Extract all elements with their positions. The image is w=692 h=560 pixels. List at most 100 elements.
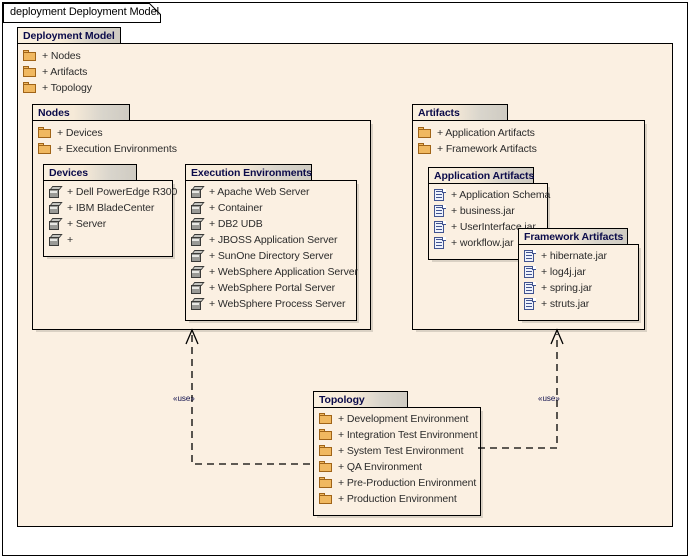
artifact-icon xyxy=(434,221,446,234)
package-framework-artifacts-tab[interactable]: Framework Artifacts xyxy=(518,228,628,245)
package-artifacts-tab[interactable]: Artifacts xyxy=(412,104,508,121)
member-row[interactable]: + log4j.jar xyxy=(519,264,638,280)
node-icon xyxy=(191,266,204,279)
folder-icon xyxy=(23,66,37,78)
member-row[interactable]: + Production Environment xyxy=(314,491,480,507)
member-label: + WebSphere Process Server xyxy=(209,298,345,310)
member-label: + Application Schema xyxy=(451,189,550,201)
member-row[interactable]: + Development Environment xyxy=(314,411,480,427)
member-row[interactable]: + QA Environment xyxy=(314,459,480,475)
connector-label-use-nodes: «use» xyxy=(173,394,195,403)
member-label: + Execution Environments xyxy=(57,143,177,155)
member-row[interactable]: + WebSphere Portal Server xyxy=(186,280,356,296)
member-row[interactable]: + DB2 UDB xyxy=(186,216,356,232)
package-deployment-model-title: Deployment Model xyxy=(18,30,115,42)
member-row[interactable]: + Pre-Production Environment xyxy=(314,475,480,491)
package-application-artifacts-tab[interactable]: Application Artifacts xyxy=(428,167,534,184)
member-row[interactable]: + Application Schema xyxy=(429,187,547,203)
artifact-icon xyxy=(434,237,446,250)
uml-diagram-frame: deployment Deployment Model Deployment M… xyxy=(2,2,688,556)
member-label: + struts.jar xyxy=(541,298,589,310)
member-row[interactable]: + Application Artifacts xyxy=(413,125,644,141)
member-row[interactable]: + Artifacts xyxy=(18,64,672,80)
member-row[interactable]: + Dell PowerEdge R300 xyxy=(44,184,172,200)
member-row[interactable]: + Server xyxy=(44,216,172,232)
member-row[interactable]: + Container xyxy=(186,200,356,216)
package-framework-artifacts-body: + hibernate.jar + log4j.jar + spring.jar… xyxy=(518,244,639,321)
package-framework-artifacts[interactable]: Framework Artifacts + hibernate.jar + lo… xyxy=(518,228,639,321)
member-row[interactable]: + Integration Test Environment xyxy=(314,427,480,443)
member-row[interactable]: + Apache Web Server xyxy=(186,184,356,200)
member-row[interactable]: + hibernate.jar xyxy=(519,248,638,264)
node-icon xyxy=(191,250,204,263)
package-nodes-tab[interactable]: Nodes xyxy=(32,104,130,121)
node-icon xyxy=(49,234,62,247)
member-row[interactable]: + System Test Environment xyxy=(314,443,480,459)
node-icon xyxy=(191,298,204,311)
artifact-icon xyxy=(524,298,536,311)
member-label: + DB2 UDB xyxy=(209,218,263,230)
artifact-icon xyxy=(434,205,446,218)
node-icon xyxy=(191,186,204,199)
member-row[interactable]: + Nodes xyxy=(18,48,672,64)
member-label: + Integration Test Environment xyxy=(338,429,478,441)
package-deployment-model-tab[interactable]: Deployment Model xyxy=(17,27,121,44)
member-row[interactable]: + struts.jar xyxy=(519,296,638,312)
member-label: + Apache Web Server xyxy=(209,186,309,198)
artifact-icon xyxy=(434,189,446,202)
member-label: + WebSphere Application Server xyxy=(209,266,358,278)
member-row[interactable]: + SunOne Directory Server xyxy=(186,248,356,264)
folder-icon xyxy=(319,445,333,457)
connector-label-use-artifacts: «use» xyxy=(538,394,560,403)
package-nodes-title: Nodes xyxy=(33,107,70,119)
member-label: + business.jar xyxy=(451,205,515,217)
folder-icon xyxy=(23,82,37,94)
member-row[interactable]: + Devices xyxy=(33,125,370,141)
member-row[interactable]: + Framework Artifacts xyxy=(413,141,644,157)
node-icon xyxy=(191,202,204,215)
package-devices-body: + Dell PowerEdge R300 + IBM BladeCenter … xyxy=(43,180,173,257)
package-execution-environments-body: + Apache Web Server + Container + DB2 UD… xyxy=(185,180,357,321)
package-execution-environments-title: Execution Environments xyxy=(186,167,312,179)
member-label: + hibernate.jar xyxy=(541,250,607,262)
node-icon xyxy=(191,234,204,247)
member-row[interactable]: + spring.jar xyxy=(519,280,638,296)
member-label: + Framework Artifacts xyxy=(437,143,537,155)
member-label: + Server xyxy=(67,218,106,230)
node-icon xyxy=(49,202,62,215)
package-devices[interactable]: Devices + Dell PowerEdge R300 + IBM Blad… xyxy=(43,164,173,257)
package-topology[interactable]: Topology + Development Environment + Int… xyxy=(313,391,481,516)
diagram-frame-title: deployment Deployment Model xyxy=(10,6,159,18)
member-label: + Development Environment xyxy=(338,413,468,425)
package-devices-title: Devices xyxy=(44,167,88,179)
member-label: + spring.jar xyxy=(541,282,592,294)
member-row[interactable]: + xyxy=(44,232,172,248)
package-devices-tab[interactable]: Devices xyxy=(43,164,137,181)
folder-icon xyxy=(319,413,333,425)
member-label: + SunOne Directory Server xyxy=(209,250,333,262)
member-row[interactable]: + IBM BladeCenter xyxy=(44,200,172,216)
folder-icon xyxy=(319,477,333,489)
artifact-icon xyxy=(524,282,536,295)
folder-icon xyxy=(418,143,432,155)
member-row[interactable]: + business.jar xyxy=(429,203,547,219)
package-framework-artifacts-title: Framework Artifacts xyxy=(519,231,623,243)
package-execution-environments[interactable]: Execution Environments + Apache Web Serv… xyxy=(185,164,357,321)
package-execution-environments-tab[interactable]: Execution Environments xyxy=(185,164,312,181)
member-label: + Nodes xyxy=(42,50,81,62)
member-label: + WebSphere Portal Server xyxy=(209,282,335,294)
member-label: + Production Environment xyxy=(338,493,457,505)
package-topology-tab[interactable]: Topology xyxy=(313,391,408,408)
member-label: + log4j.jar xyxy=(541,266,586,278)
member-row[interactable]: + JBOSS Application Server xyxy=(186,232,356,248)
folder-icon xyxy=(319,429,333,441)
member-row[interactable]: + WebSphere Application Server xyxy=(186,264,356,280)
member-row[interactable]: + Topology xyxy=(18,80,672,96)
member-row[interactable]: + WebSphere Process Server xyxy=(186,296,356,312)
member-label: + workflow.jar xyxy=(451,237,514,249)
artifact-icon xyxy=(524,250,536,263)
folder-icon xyxy=(319,493,333,505)
member-row[interactable]: + Execution Environments xyxy=(33,141,370,157)
node-icon xyxy=(191,218,204,231)
member-label: + Container xyxy=(209,202,262,214)
